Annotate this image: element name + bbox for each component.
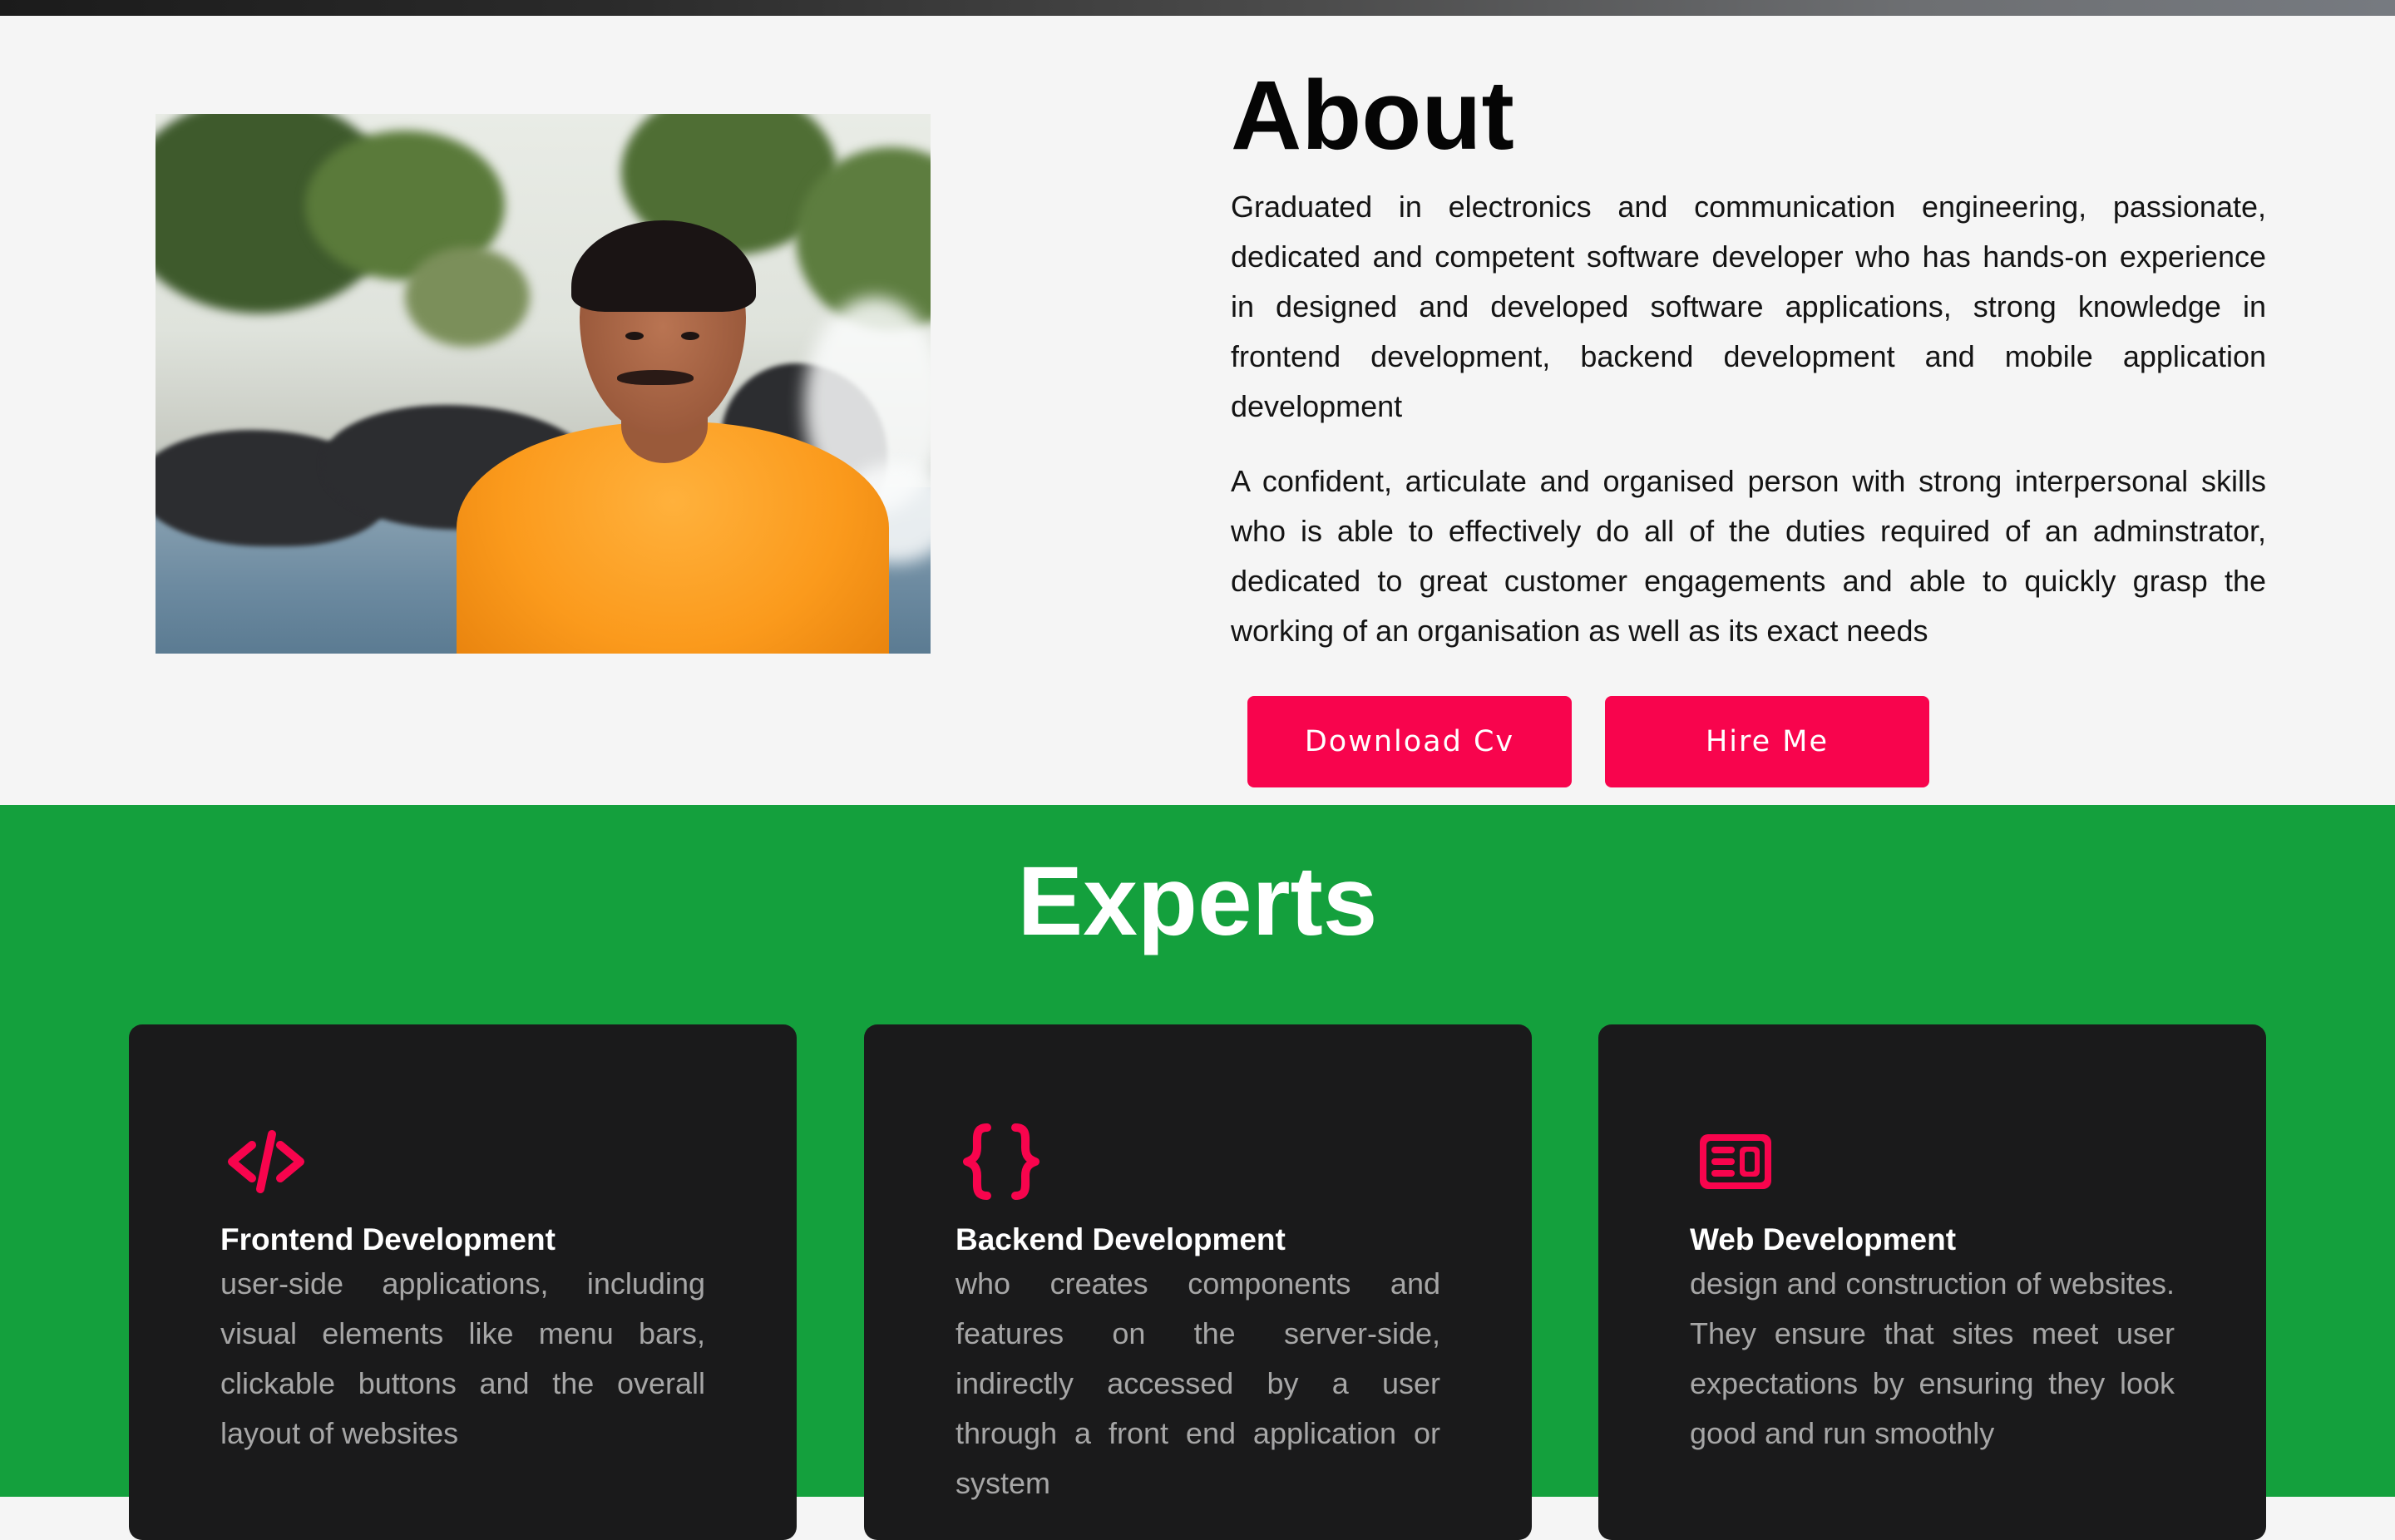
expert-card-backend: Backend Development who creates componen…	[864, 1024, 1532, 1540]
top-bar	[0, 0, 2395, 16]
hire-me-button[interactable]: Hire Me	[1605, 696, 1929, 787]
card-text: user-side applications, including visual…	[220, 1266, 705, 1450]
about-paragraph-1: Graduated in electronics and communicati…	[1231, 190, 2266, 423]
experts-section: Experts Frontend Development user-side a…	[0, 805, 2395, 1540]
experts-title: Experts	[1017, 847, 1378, 956]
about-title: About	[1231, 61, 1514, 170]
about-section: About Graduated in electronics and commu…	[0, 16, 2395, 805]
card-title: Frontend Development	[220, 1222, 556, 1256]
expert-card-frontend: Frontend Development user-side applicati…	[129, 1024, 797, 1540]
braces-icon	[956, 1116, 1047, 1207]
card-text: design and construction of websites. The…	[1690, 1266, 2175, 1450]
card-title: Web Development	[1690, 1222, 1957, 1256]
card-text: who creates components and features on t…	[956, 1266, 1440, 1500]
about-paragraph-2: A confident, articulate and organised pe…	[1231, 464, 2266, 648]
expert-card-web: Web Development design and construction …	[1598, 1024, 2266, 1540]
profile-photo	[156, 114, 931, 654]
card-title: Backend Development	[956, 1222, 1286, 1256]
download-cv-button[interactable]: Download Cv	[1247, 696, 1572, 787]
code-icon	[220, 1116, 312, 1207]
web-layout-icon	[1690, 1116, 1781, 1207]
